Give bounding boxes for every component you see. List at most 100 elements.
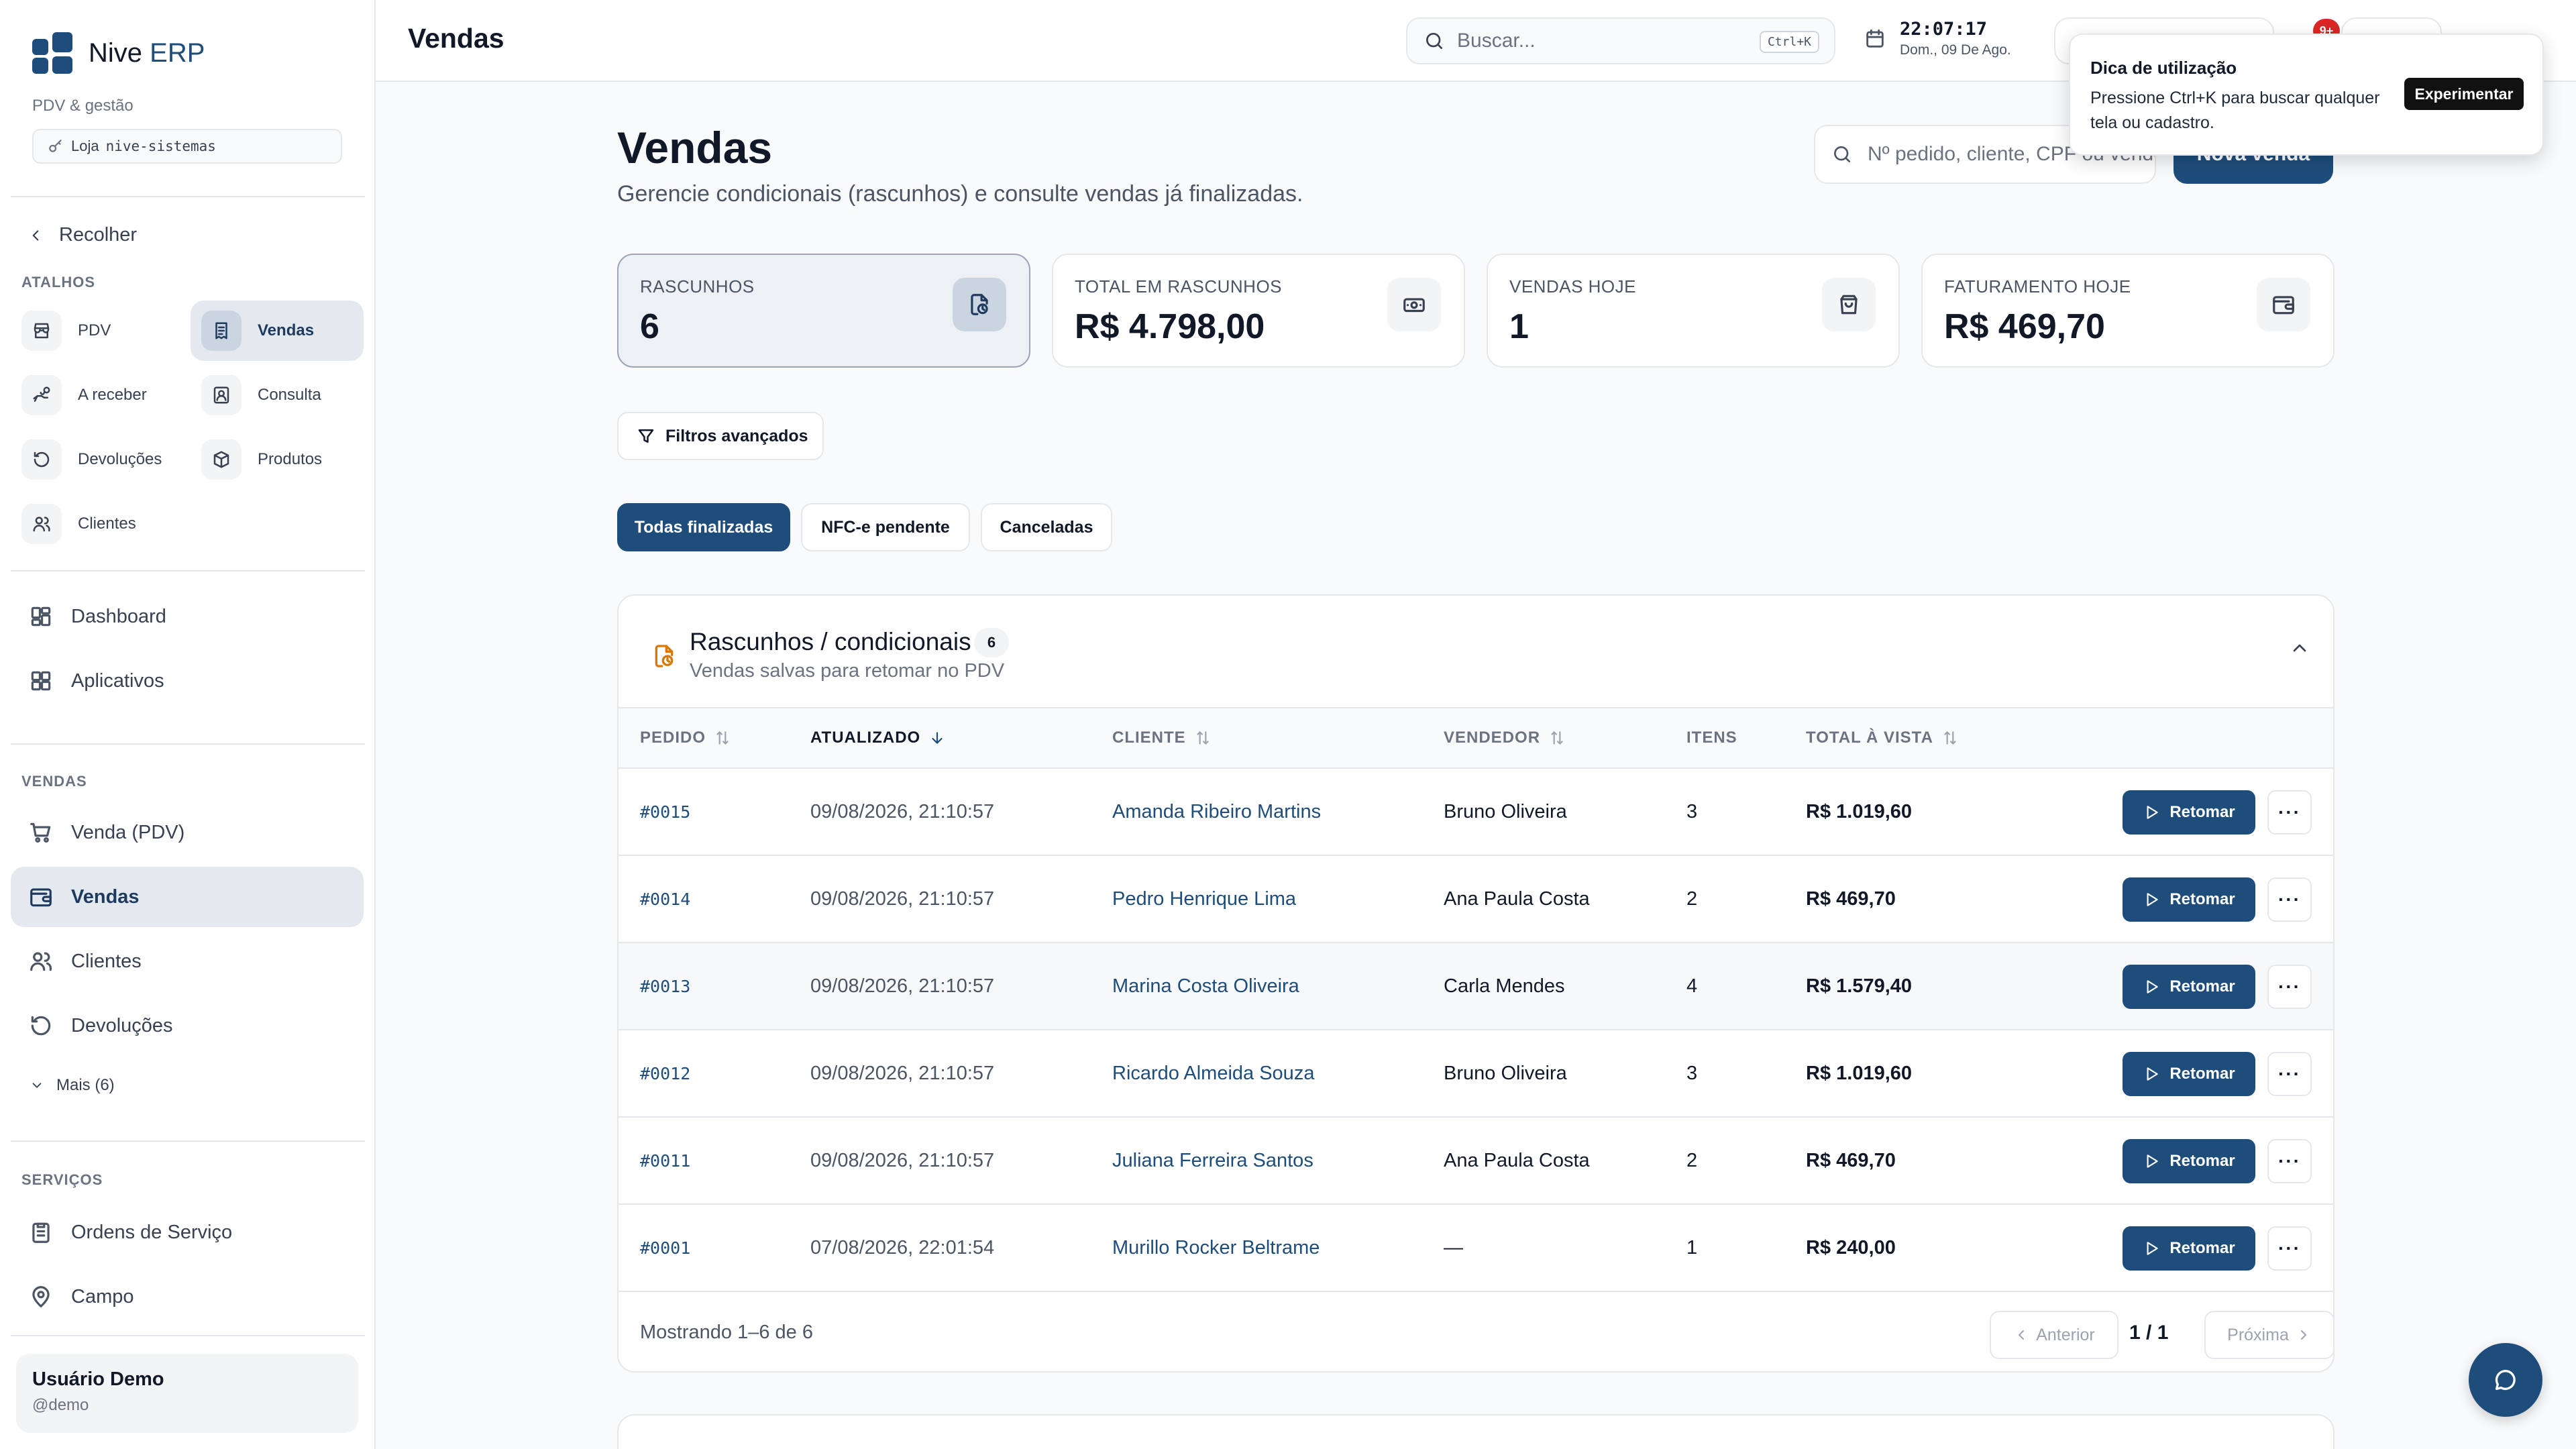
- next-page-button[interactable]: Próxima: [2204, 1311, 2333, 1359]
- usage-tip-popover: Dica de utilização Pressione Ctrl+K para…: [2069, 34, 2544, 156]
- nav-item-devolucoes[interactable]: Devoluções: [11, 996, 364, 1056]
- column-header-vendedor[interactable]: VENDEDOR: [1444, 708, 1566, 767]
- table-row[interactable]: #0014 09/08/2026, 21:10:57 Pedro Henriqu…: [619, 856, 2333, 943]
- shortcut-produtos[interactable]: Produtos: [191, 429, 364, 490]
- row-more-button[interactable]: ···: [2267, 965, 2312, 1009]
- divider: [11, 743, 365, 745]
- column-header-pedido[interactable]: PEDIDO: [640, 708, 731, 767]
- table-row[interactable]: #0015 09/08/2026, 21:10:57 Amanda Ribeir…: [619, 769, 2333, 856]
- calendar-icon: [1864, 28, 1886, 50]
- nav-item-campo[interactable]: Campo: [11, 1267, 364, 1327]
- column-header-atualizado[interactable]: ATUALIZADO: [810, 708, 946, 767]
- tab-todas-finalizadas[interactable]: Todas finalizadas: [617, 503, 790, 551]
- advanced-filters-button[interactable]: Filtros avançados: [617, 412, 824, 460]
- user-card[interactable]: Usuário Demo @demo: [16, 1354, 358, 1433]
- filters-label: Filtros avançados: [665, 426, 808, 445]
- row-more-button[interactable]: ···: [2267, 877, 2312, 922]
- shortcut-devolucoes[interactable]: Devoluções: [11, 429, 178, 490]
- row-more-button[interactable]: ···: [2267, 1226, 2312, 1271]
- shortcut-consulta[interactable]: Consulta: [191, 365, 364, 425]
- users-icon: [32, 514, 52, 534]
- client-link[interactable]: Murillo Rocker Beltrame: [1112, 1205, 1320, 1291]
- nav-label: Clientes: [71, 950, 142, 972]
- resume-button[interactable]: Retomar: [2123, 1139, 2255, 1183]
- clock: 22:07:17 Dom., 09 De Ago.: [1864, 19, 2011, 58]
- shortcut-vendas[interactable]: Vendas: [191, 301, 364, 361]
- tab-nfce-pendente[interactable]: NFC-e pendente: [801, 503, 970, 551]
- shortcut-pdv[interactable]: PDV: [11, 301, 178, 361]
- row-more-button[interactable]: ···: [2267, 790, 2312, 835]
- divider: [11, 570, 365, 572]
- order-id[interactable]: #0015: [640, 769, 690, 855]
- wallet-icon: [2271, 292, 2296, 317]
- seller: Carla Mendes: [1444, 975, 1565, 997]
- row-more-button[interactable]: ···: [2267, 1052, 2312, 1096]
- resume-button[interactable]: Retomar: [2123, 1052, 2255, 1096]
- resume-button[interactable]: Retomar: [2123, 1226, 2255, 1271]
- client-link[interactable]: Pedro Henrique Lima: [1112, 856, 1296, 942]
- order-id[interactable]: #0012: [640, 1030, 690, 1116]
- tab-canceladas[interactable]: Canceladas: [981, 503, 1112, 551]
- chevron-up-icon[interactable]: [2289, 637, 2310, 659]
- tip-try-button[interactable]: Experimentar: [2404, 78, 2524, 110]
- chevron-left-icon: [2013, 1327, 2029, 1343]
- drafts-card: Rascunhos / condicionais 6 Vendas salvas…: [617, 594, 2334, 1373]
- collapse-sidebar-button[interactable]: Recolher: [27, 224, 137, 246]
- seller: Bruno Oliveira: [1444, 1062, 1567, 1084]
- store-icon: [32, 321, 52, 341]
- shortcut-a-receber[interactable]: A receber: [11, 365, 178, 425]
- drafts-subtitle: Vendas salvas para retomar no PDV: [690, 660, 1005, 682]
- column-header-total[interactable]: TOTAL À VISTA: [1806, 708, 1959, 767]
- store-selector[interactable]: Loja nive-sistemas: [32, 129, 342, 164]
- brand[interactable]: Nive ERP: [32, 32, 205, 74]
- table-header: PEDIDO ATUALIZADO CLIENTE VENDEDOR ITENS…: [619, 707, 2333, 769]
- row-more-button[interactable]: ···: [2267, 1139, 2312, 1183]
- resume-button[interactable]: Retomar: [2123, 790, 2255, 835]
- table-row[interactable]: #0013 09/08/2026, 21:10:57 Marina Costa …: [619, 943, 2333, 1030]
- table-footer: Mostrando 1–6 de 6 Anterior 1 / 1 Próxim…: [619, 1293, 2333, 1371]
- order-id[interactable]: #0011: [640, 1118, 690, 1203]
- nav-item-ordens-servico[interactable]: Ordens de Serviço: [11, 1202, 364, 1263]
- apps-icon: [28, 668, 54, 694]
- store-label: Loja: [71, 138, 99, 154]
- nav-item-aplicativos[interactable]: Aplicativos: [11, 651, 364, 711]
- table-row[interactable]: #0012 09/08/2026, 21:10:57 Ricardo Almei…: [619, 1030, 2333, 1118]
- package-icon: [211, 449, 231, 470]
- order-id[interactable]: #0013: [640, 943, 690, 1029]
- previous-page-button[interactable]: Anterior: [1990, 1311, 2118, 1359]
- nav-item-clientes[interactable]: Clientes: [11, 931, 364, 991]
- client-link[interactable]: Ricardo Almeida Souza: [1112, 1030, 1314, 1116]
- order-id[interactable]: #0001: [640, 1205, 690, 1291]
- store-code: nive-sistemas: [105, 138, 216, 154]
- items-count: 1: [1686, 1236, 1698, 1258]
- nav-item-vendas[interactable]: Vendas: [11, 867, 364, 927]
- search-icon: [1424, 30, 1445, 52]
- client-link[interactable]: Juliana Ferreira Santos: [1112, 1118, 1313, 1203]
- page-title: Vendas: [617, 123, 773, 172]
- column-header-cliente[interactable]: CLIENTE: [1112, 708, 1212, 767]
- chat-fab-button[interactable]: [2469, 1343, 2542, 1417]
- chevron-left-icon: [27, 227, 44, 244]
- filter-icon: [636, 426, 656, 446]
- updated-at: 09/08/2026, 21:10:57: [810, 800, 995, 822]
- sidebar: Nive ERP PDV & gestão Loja nive-sistemas…: [0, 0, 376, 1449]
- shortcut-clientes[interactable]: Clientes: [11, 494, 178, 554]
- drafts-card-header[interactable]: Rascunhos / condicionais 6 Vendas salvas…: [619, 596, 2333, 707]
- client-link[interactable]: Marina Costa Oliveira: [1112, 943, 1299, 1029]
- updated-at: 09/08/2026, 21:10:57: [810, 975, 995, 997]
- sort-icon: [1548, 729, 1566, 747]
- order-id[interactable]: #0014: [640, 856, 690, 942]
- shortcut-label: Vendas: [258, 321, 315, 339]
- client-link[interactable]: Amanda Ribeiro Martins: [1112, 769, 1321, 855]
- updated-at: 09/08/2026, 21:10:57: [810, 1149, 995, 1171]
- table-row[interactable]: #0001 07/08/2026, 22:01:54 Murillo Rocke…: [619, 1205, 2333, 1292]
- resume-button[interactable]: Retomar: [2123, 877, 2255, 922]
- stat-card-drafts[interactable]: RASCUNHOS 6: [617, 254, 1030, 368]
- more-items-toggle[interactable]: Mais (6): [30, 1076, 115, 1095]
- resume-button[interactable]: Retomar: [2123, 965, 2255, 1009]
- nav-item-dashboard[interactable]: Dashboard: [11, 586, 364, 647]
- global-search-input[interactable]: Buscar... Ctrl+K: [1406, 17, 1835, 64]
- nav-item-venda-pdv[interactable]: Venda (PDV): [11, 802, 364, 863]
- table-row[interactable]: #0011 09/08/2026, 21:10:57 Juliana Ferre…: [619, 1118, 2333, 1205]
- total-cash: R$ 240,00: [1806, 1236, 1896, 1258]
